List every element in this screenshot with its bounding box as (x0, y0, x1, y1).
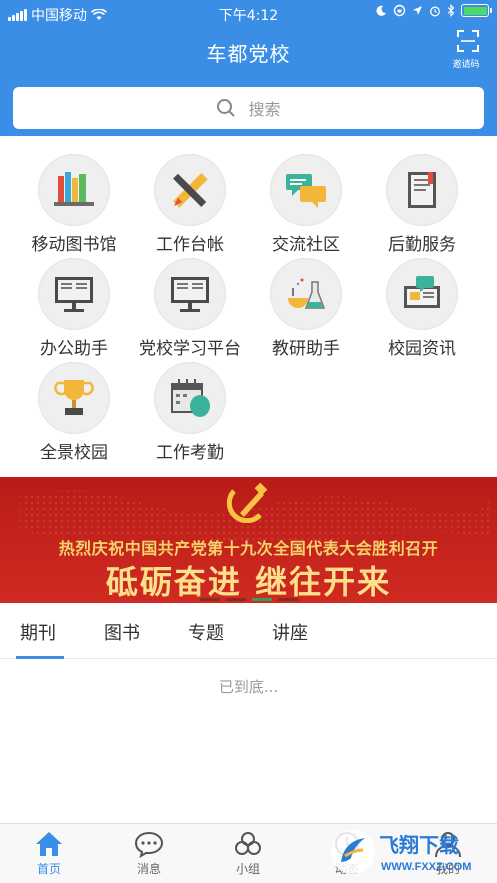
nav-messages[interactable]: 消息 (119, 830, 179, 877)
search-icon (217, 99, 236, 117)
tab-journals[interactable]: 期刊 (20, 619, 56, 645)
header: 中国移动 下午4:12 车都党校 邀请码 搜索 (0, 0, 497, 136)
group-icon (235, 832, 261, 855)
grid-label: 全景校园 (40, 443, 108, 463)
battery-icon (461, 4, 492, 17)
carousel-dot[interactable] (225, 598, 246, 601)
grid-item-attendance[interactable]: 工作考勤 (128, 354, 252, 463)
banner-subtitle: 热烈庆祝中国共产党第十九次全国代表大会胜利召开 (58, 539, 439, 558)
watermark-url: WWW.FXXZ.COM (381, 861, 471, 873)
tab-books[interactable]: 图书 (104, 619, 140, 645)
grid-item-study-platform[interactable]: 党校学习平台 (128, 250, 252, 359)
document-icon (408, 172, 436, 208)
chat-bubbles-icon (286, 174, 326, 208)
nav-home[interactable]: 首页 (19, 830, 79, 877)
lab-flask-icon (288, 278, 326, 309)
banner-carousel[interactable]: 热烈庆祝中国共产党第十九次全国代表大会胜利召开 砥砺奋进 继往开来 (0, 477, 497, 603)
watermark-brand: 飞翔下载 (379, 833, 459, 857)
monitor-book-icon (55, 277, 93, 312)
nav-groups[interactable]: 小组 (218, 830, 278, 877)
scan-icon (457, 30, 479, 52)
calendar-icon (171, 379, 210, 417)
nav-messages-label: 消息 (136, 862, 161, 876)
active-tab-indicator (16, 656, 64, 659)
alarm-icon (430, 6, 440, 16)
grid-item-office-assistant[interactable]: 办公助手 (12, 250, 136, 359)
grid-item-campus-news[interactable]: 校园资讯 (360, 250, 484, 359)
library-books-icon (54, 172, 94, 206)
grid-item-teaching-research[interactable]: 教研助手 (244, 250, 368, 359)
tab-lectures[interactable]: 讲座 (272, 619, 308, 645)
party-emblem-icon (226, 483, 268, 523)
grid-item-community[interactable]: 交流社区 (244, 146, 368, 255)
invite-code-label: 邀请码 (452, 60, 480, 70)
carousel-indicator (0, 598, 497, 601)
moon-icon (376, 5, 386, 16)
monitor-book-icon (171, 277, 209, 312)
grid-item-mobile-library[interactable]: 移动图书馆 (12, 146, 136, 255)
nav-home-label: 首页 (36, 862, 61, 876)
carousel-dot[interactable] (277, 598, 298, 601)
rotation-lock-icon (393, 4, 406, 17)
search-placeholder: 搜索 (248, 100, 281, 119)
bluetooth-icon (447, 4, 455, 17)
message-icon (134, 831, 164, 858)
grid-label: 工作考勤 (156, 443, 224, 463)
carousel-dot[interactable] (199, 598, 220, 601)
invite-code-button[interactable]: 邀请码 (452, 30, 483, 70)
app-title: 车都党校 (206, 42, 291, 66)
carousel-dot[interactable] (251, 598, 272, 601)
nav-groups-label: 小组 (235, 862, 260, 876)
location-icon (413, 6, 422, 15)
content-tabs: 期刊 图书 专题 讲座 (0, 603, 497, 659)
list-end-text: 已到底... (218, 678, 279, 696)
grid-label: 校园资讯 (388, 339, 456, 359)
grid-item-work-ledger[interactable]: 工作台帐 (128, 146, 252, 255)
status-bar: 中国移动 下午4:12 (0, 0, 497, 26)
banner-headline: 砥砺奋进 继往开来 (105, 563, 392, 601)
site-watermark-logo: 飞翔下载 WWW.FXXZ.COM (331, 830, 471, 874)
home-icon (36, 832, 62, 856)
grid-label: 教研助手 (272, 339, 340, 359)
grid-item-logistics[interactable]: 后勤服务 (360, 146, 484, 255)
tab-topics[interactable]: 专题 (188, 619, 224, 645)
news-board-icon (404, 276, 440, 308)
app-screen: 中国移动 下午4:12 车都党校 邀请码 搜索 移动图书馆 工作台帐 交流社区 … (0, 0, 497, 883)
search-input[interactable]: 搜索 (13, 87, 484, 129)
pencil-ruler-icon (173, 173, 208, 208)
trophy-icon (54, 380, 94, 415)
grid-item-panorama-campus[interactable]: 全景校园 (12, 354, 136, 463)
